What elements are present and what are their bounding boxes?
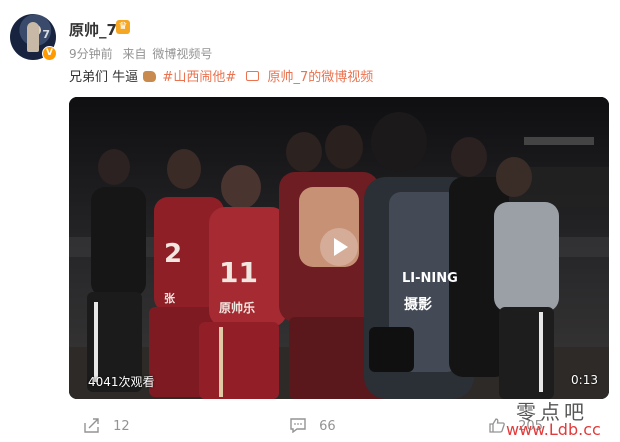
post-time[interactable]: 9分钟前 — [69, 47, 113, 61]
view-count: 4041次观看 — [88, 375, 155, 389]
watermark-url: www.Ldb.cc — [506, 420, 601, 439]
video-player[interactable]: 2 11 张 原帅乐 LI-NING 摄影 4041次观看 0:13 — [69, 97, 609, 399]
jersey-text-1: 张 — [164, 291, 176, 305]
fist-emoji-icon — [143, 71, 157, 82]
crown-icon: ♛ — [116, 20, 130, 34]
source-link[interactable]: 微博视频号 — [152, 47, 212, 61]
jersey-number-1: 2 — [164, 239, 182, 269]
avatar-number: 7 — [42, 28, 50, 41]
topic-link[interactable]: #山西闹他# — [162, 70, 236, 85]
username-link[interactable]: 原帅_7 — [69, 19, 117, 40]
play-button-icon[interactable] — [320, 228, 358, 266]
comment-count: 66 — [319, 419, 336, 434]
jersey-number-2: 11 — [219, 256, 258, 289]
comment-button[interactable]: 66 — [290, 418, 336, 437]
video-duration: 0:13 — [571, 373, 598, 387]
verified-badge-icon: V — [42, 46, 57, 61]
vest-text: 摄影 — [404, 296, 432, 313]
jersey-text-2: 原帅乐 — [219, 300, 255, 315]
share-count: 12 — [113, 419, 130, 434]
share-button[interactable]: 12 — [84, 418, 130, 437]
brand-text: LI-NING — [402, 271, 458, 286]
post-meta: 9分钟前 来自 微博视频号 — [69, 45, 218, 62]
post-text-main: 兄弟们 牛逼 — [69, 70, 139, 85]
share-icon — [84, 418, 100, 437]
comment-icon — [290, 418, 306, 437]
source-prefix: 来自 — [122, 47, 147, 61]
video-camera-icon — [246, 71, 260, 81]
thumbs-up-icon — [489, 418, 505, 437]
avatar-figure — [27, 22, 39, 52]
post-text: 兄弟们 牛逼 #山西闹他# 原帅_7的微博视频 — [69, 66, 373, 85]
video-source-link[interactable]: 原帅_7的微博视频 — [268, 70, 374, 85]
